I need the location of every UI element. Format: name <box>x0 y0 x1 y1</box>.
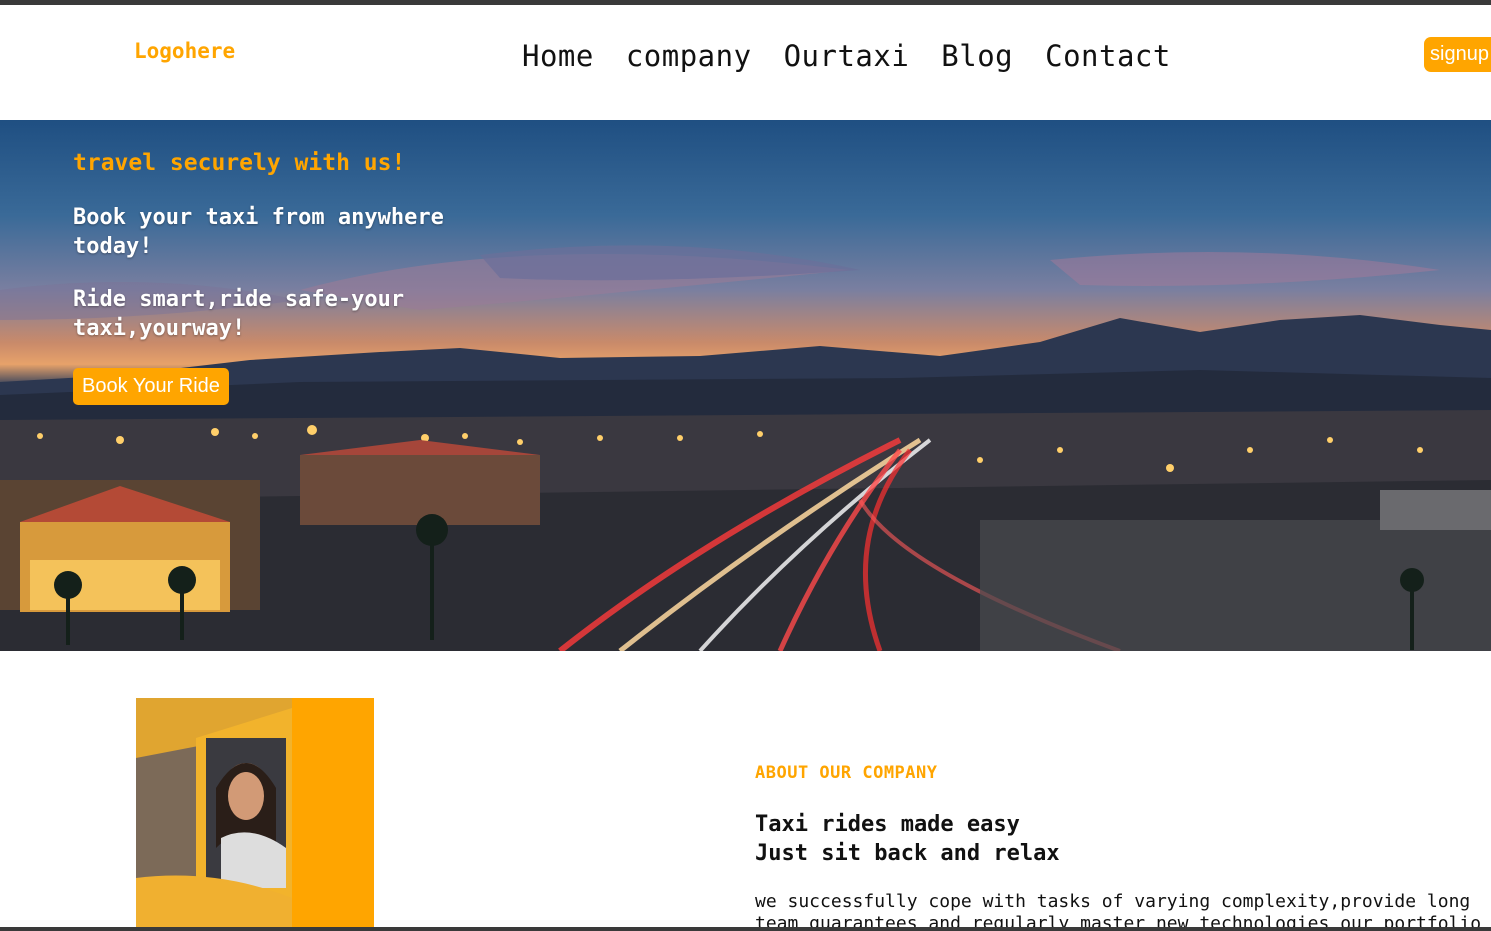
nav-ourtaxi[interactable]: Ourtaxi <box>784 39 910 73</box>
hero-tagline: travel securely with us! <box>73 150 406 176</box>
nav-contact[interactable]: Contact <box>1045 39 1171 73</box>
nav-home[interactable]: Home <box>522 39 594 73</box>
hero-text-block: travel securely with us! Book your taxi … <box>73 150 453 367</box>
main-nav: Home company Ourtaxi Blog Contact <box>522 39 1171 73</box>
logo[interactable]: Logohere <box>134 39 235 63</box>
about-title: Taxi rides made easy Just sit back and r… <box>755 810 1455 868</box>
about-section-label: ABOUT OUR COMPANY <box>755 763 938 783</box>
about-body-line-2: team guarantees and regularly master new… <box>755 913 1482 927</box>
about-title-line-1: Taxi rides made easy <box>755 812 1020 837</box>
nav-company[interactable]: company <box>626 39 752 73</box>
hero-headline: Book your taxi from anywhere today! <box>73 205 444 259</box>
about-image-frame <box>136 698 374 931</box>
about-body-text: we successfully cope with tasks of varyi… <box>755 891 1491 927</box>
about-body-line-1: we successfully cope with tasks of varyi… <box>755 891 1471 912</box>
nav-blog[interactable]: Blog <box>941 39 1013 73</box>
about-photo <box>136 698 292 931</box>
site-header: Logohere Home company Ourtaxi Blog Conta… <box>0 5 1491 120</box>
hero-banner: travel securely with us! Book your taxi … <box>0 120 1491 651</box>
about-title-line-2: Just sit back and relax <box>755 841 1060 866</box>
book-ride-button[interactable]: Book Your Ride <box>73 368 229 405</box>
bottom-border <box>0 927 1491 931</box>
woman-in-taxi-image <box>136 698 292 931</box>
hero-subheadline: Ride smart,ride safe-your taxi,yourway! <box>73 287 405 341</box>
signup-button[interactable]: signup <box>1424 37 1491 72</box>
